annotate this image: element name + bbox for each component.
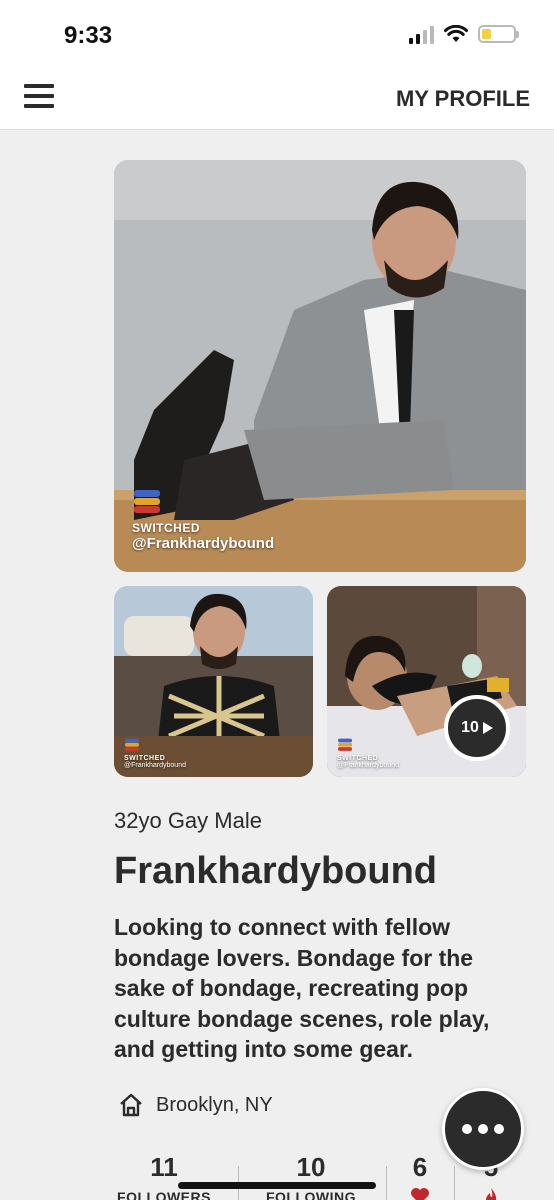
likes-stat[interactable]: 6 [404, 1152, 436, 1200]
home-icon [120, 1093, 142, 1117]
status-time: 9:33 [64, 22, 113, 49]
watermark-handle: @Frankhardybound [337, 762, 399, 769]
page-title: MY PROFILE [395, 86, 530, 111]
watermark-brand: SWITCHED [337, 755, 379, 762]
status-bar: 9:33 [0, 0, 554, 68]
watermark: SWITCHED @Frankhardybound [337, 737, 399, 769]
profile-photo-2[interactable]: SWITCHED @Frankhardybound [114, 586, 313, 777]
profile-subtitle: 32yo Gay Male [114, 808, 262, 833]
video-count-button[interactable]: 10 [444, 695, 510, 761]
play-icon [482, 722, 493, 734]
dot-icon [462, 1124, 472, 1134]
watermark-handle: @Frankhardybound [132, 535, 275, 552]
battery-icon [478, 25, 519, 43]
profile-photo-3[interactable]: SWITCHED @Frankhardybound 10 [327, 586, 526, 777]
followers-label: FOLLOWERS [117, 1189, 211, 1200]
switched-logo-icon [125, 738, 139, 751]
more-options-button[interactable] [442, 1088, 524, 1170]
followers-count: 11 [150, 1152, 178, 1182]
following-stat[interactable]: 10 FOLLOWING [260, 1152, 362, 1200]
divider [386, 1166, 387, 1200]
video-count: 10 [461, 719, 479, 736]
home-indicator[interactable] [178, 1182, 376, 1189]
dot-icon [494, 1124, 504, 1134]
wifi-icon [444, 25, 468, 42]
divider [454, 1166, 455, 1200]
dot-icon [478, 1124, 488, 1134]
watermark: SWITCHED @Frankhardybound [132, 487, 274, 552]
likes-count: 6 [412, 1152, 428, 1182]
status-icons [409, 24, 519, 44]
profile-bio: Looking to connect with fellow bondage l… [114, 914, 490, 1062]
cellular-signal-icon [409, 24, 434, 44]
following-count: 10 [296, 1152, 326, 1182]
watermark: SWITCHED @Frankhardybound [124, 737, 186, 769]
profile-username: Frankhardybound [114, 850, 438, 892]
heart-icon [411, 1188, 429, 1200]
followers-stat[interactable]: 11 FOLLOWERS [114, 1152, 214, 1200]
watermark-handle: @Frankhardybound [124, 762, 186, 769]
location: Brooklyn, NY [118, 1092, 273, 1118]
watermark-brand: SWITCHED [132, 521, 200, 535]
main-profile-photo[interactable]: SWITCHED @Frankhardybound [114, 160, 526, 572]
switched-logo-icon [338, 738, 352, 751]
watermark-brand: SWITCHED [124, 755, 166, 762]
location-text: Brooklyn, NY [156, 1093, 273, 1116]
switched-logo-icon [134, 490, 160, 513]
flame-icon [486, 1188, 497, 1200]
app-header: MY PROFILE [0, 68, 554, 130]
hamburger-menu-icon[interactable] [24, 84, 54, 110]
following-label: FOLLOWING [265, 1189, 357, 1200]
